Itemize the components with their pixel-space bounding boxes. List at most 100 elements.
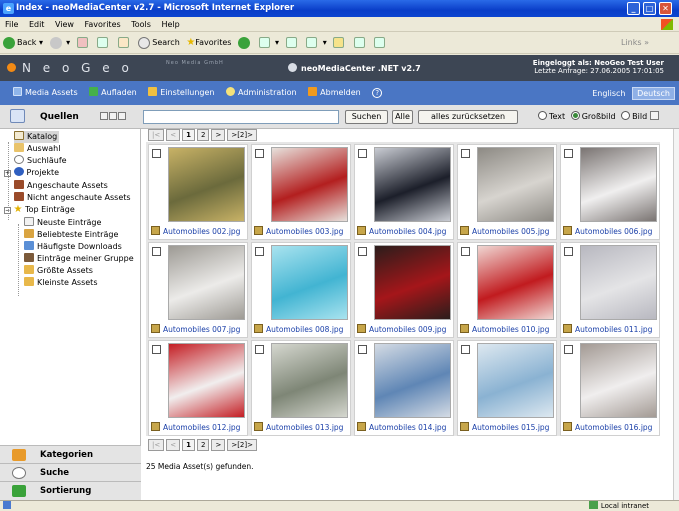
- pager-page-1[interactable]: 1: [182, 439, 195, 451]
- asset-tile[interactable]: Automobiles 009.jpg: [354, 242, 454, 338]
- tree-neuste[interactable]: Neuste Einträge: [24, 217, 101, 229]
- asset-checkbox[interactable]: [564, 247, 573, 256]
- search-input[interactable]: [143, 110, 339, 124]
- collapse-icon[interactable]: −: [4, 207, 11, 214]
- asset-thumbnail[interactable]: [271, 343, 348, 418]
- asset-tile[interactable]: Automobiles 004.jpg: [354, 144, 454, 240]
- asset-checkbox[interactable]: [358, 149, 367, 158]
- asset-checkbox[interactable]: [358, 345, 367, 354]
- nav-administration[interactable]: Administration: [226, 81, 297, 105]
- asset-checkbox[interactable]: [152, 149, 161, 158]
- asset-tile[interactable]: Automobiles 007.jpg: [148, 242, 248, 338]
- asset-tile[interactable]: Automobiles 016.jpg: [560, 340, 660, 436]
- maximize-icon[interactable]: □: [643, 2, 656, 15]
- asset-filename[interactable]: Automobiles 012.jpg: [151, 422, 240, 433]
- asset-tile[interactable]: Automobiles 014.jpg: [354, 340, 454, 436]
- asset-thumbnail[interactable]: [477, 343, 554, 418]
- asset-tile[interactable]: Automobiles 006.jpg: [560, 144, 660, 240]
- minimize-icon[interactable]: _: [627, 2, 640, 15]
- asset-checkbox[interactable]: [152, 247, 161, 256]
- asset-tile[interactable]: Automobiles 005.jpg: [457, 144, 557, 240]
- asset-checkbox[interactable]: [564, 345, 573, 354]
- asset-checkbox[interactable]: [358, 247, 367, 256]
- pager-prev[interactable]: <: [166, 439, 181, 451]
- refresh-button[interactable]: [97, 32, 111, 54]
- tree-haeufigste[interactable]: Häufigste Downloads: [24, 241, 122, 253]
- research-button[interactable]: [353, 32, 368, 54]
- search-submit-button[interactable]: Suchen: [345, 110, 388, 124]
- asset-filename[interactable]: Automobiles 005.jpg: [460, 226, 549, 237]
- asset-checkbox[interactable]: [461, 149, 470, 158]
- edit-button[interactable]: ▾: [306, 32, 327, 54]
- asset-tile[interactable]: Automobiles 010.jpg: [457, 242, 557, 338]
- tree-projekte[interactable]: + Projekte: [4, 167, 59, 179]
- tree-angeschaute[interactable]: Angeschaute Assets: [14, 180, 108, 192]
- close-icon[interactable]: ✕: [659, 2, 672, 15]
- menu-view[interactable]: View: [55, 20, 74, 29]
- asset-filename[interactable]: Automobiles 007.jpg: [151, 324, 240, 335]
- folder-button[interactable]: [333, 32, 347, 54]
- options-icon[interactable]: [649, 111, 659, 120]
- messenger-button[interactable]: [374, 32, 388, 54]
- all-button[interactable]: Alle: [392, 110, 413, 124]
- tree-groesste[interactable]: Größte Assets: [24, 265, 93, 277]
- tree-suchlaeufe[interactable]: Suchläufe: [14, 155, 67, 167]
- asset-filename[interactable]: Automobiles 010.jpg: [460, 324, 549, 335]
- asset-filename[interactable]: Automobiles 003.jpg: [254, 226, 343, 237]
- pager-last[interactable]: >[2]>: [227, 439, 257, 451]
- asset-checkbox[interactable]: [152, 345, 161, 354]
- page-scrollbar[interactable]: [673, 129, 679, 500]
- expand-icon[interactable]: +: [4, 170, 11, 177]
- asset-thumbnail[interactable]: [374, 343, 451, 418]
- asset-filename[interactable]: Automobiles 011.jpg: [563, 324, 652, 335]
- view-large-icon[interactable]: [118, 112, 126, 120]
- asset-tile[interactable]: Automobiles 015.jpg: [457, 340, 557, 436]
- asset-thumbnail[interactable]: [374, 147, 451, 222]
- links-bar[interactable]: Links »: [621, 32, 649, 54]
- tree-katalog[interactable]: Katalog: [14, 131, 60, 143]
- tree-gruppe[interactable]: Einträge meiner Gruppe: [24, 253, 134, 265]
- back-button[interactable]: Back ▾: [3, 32, 43, 54]
- radio-text[interactable]: Text: [538, 111, 565, 121]
- nav-einstellungen[interactable]: Einstellungen: [148, 81, 215, 105]
- tree-top-eintraege[interactable]: − ★ Top Einträge: [4, 204, 75, 216]
- asset-thumbnail[interactable]: [271, 245, 348, 320]
- pager-next[interactable]: >: [211, 439, 226, 451]
- menu-tools[interactable]: Tools: [131, 20, 151, 29]
- favorites-button[interactable]: ★Favorites: [186, 32, 231, 54]
- nav-aufladen[interactable]: Aufladen: [89, 81, 137, 105]
- menu-help[interactable]: Help: [161, 20, 179, 29]
- asset-thumbnail[interactable]: [374, 245, 451, 320]
- asset-filename[interactable]: Automobiles 015.jpg: [460, 422, 549, 433]
- asset-thumbnail[interactable]: [580, 245, 657, 320]
- nav-media-assets[interactable]: Media Assets: [13, 81, 78, 105]
- asset-filename[interactable]: Automobiles 006.jpg: [563, 226, 652, 237]
- asset-filename[interactable]: Automobiles 008.jpg: [254, 324, 343, 335]
- asset-tile[interactable]: Automobiles 013.jpg: [251, 340, 351, 436]
- asset-checkbox[interactable]: [461, 345, 470, 354]
- asset-tile[interactable]: Automobiles 011.jpg: [560, 242, 660, 338]
- pager-first[interactable]: |<: [148, 439, 165, 451]
- asset-thumbnail[interactable]: [168, 147, 245, 222]
- section-suche[interactable]: Suche: [0, 463, 141, 481]
- asset-checkbox[interactable]: [564, 149, 573, 158]
- lang-deutsch[interactable]: Deutsch: [632, 87, 675, 100]
- asset-filename[interactable]: Automobiles 004.jpg: [357, 226, 446, 237]
- tree-auswahl[interactable]: Auswahl: [14, 143, 60, 155]
- section-sortierung[interactable]: Sortierung: [0, 481, 141, 500]
- asset-filename[interactable]: Automobiles 016.jpg: [563, 422, 652, 433]
- search-button[interactable]: Search: [138, 32, 180, 54]
- tree-nicht-angeschaute[interactable]: Nicht angeschaute Assets: [14, 192, 131, 204]
- asset-thumbnail[interactable]: [168, 245, 245, 320]
- section-kategorien[interactable]: Kategorien: [0, 445, 141, 463]
- asset-checkbox[interactable]: [255, 247, 264, 256]
- home-button[interactable]: [117, 32, 132, 54]
- mail-button[interactable]: ▾: [258, 32, 279, 54]
- asset-filename[interactable]: Automobiles 013.jpg: [254, 422, 343, 433]
- asset-thumbnail[interactable]: [580, 147, 657, 222]
- asset-filename[interactable]: Automobiles 002.jpg: [151, 226, 240, 237]
- radio-grossbild[interactable]: Großbild: [570, 111, 616, 121]
- asset-thumbnail[interactable]: [580, 343, 657, 418]
- asset-checkbox[interactable]: [255, 149, 264, 158]
- pager-page-2[interactable]: 2: [196, 129, 210, 141]
